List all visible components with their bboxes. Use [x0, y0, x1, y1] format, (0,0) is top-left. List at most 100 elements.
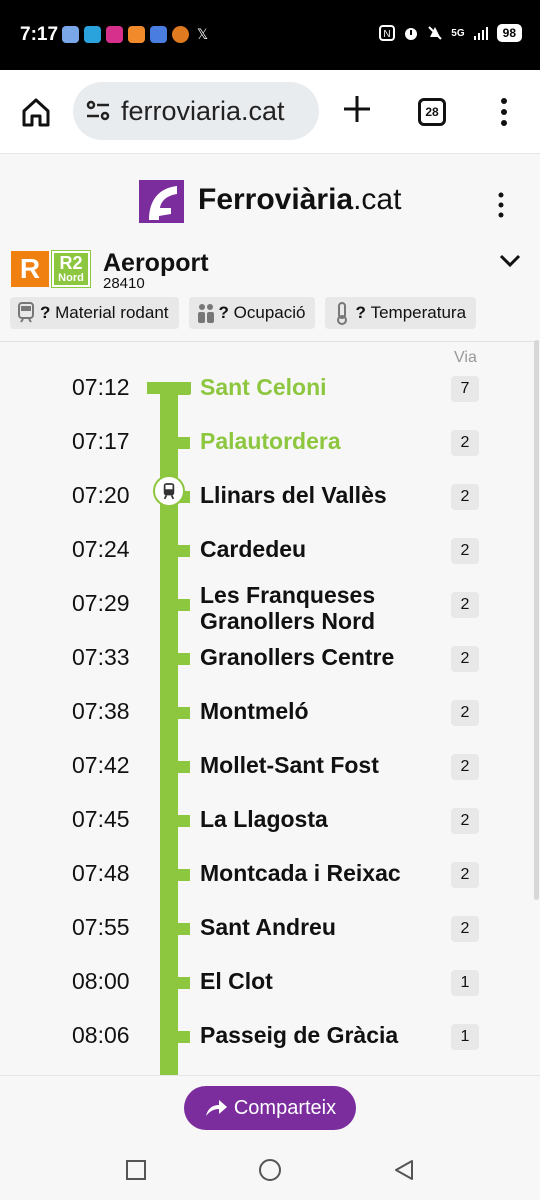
system-nav-bar — [0, 1140, 540, 1200]
stop-row[interactable]: 07:29 Les Franqueses Granollers Nord 2 — [0, 582, 540, 642]
stop-time: 07:45 — [72, 806, 130, 832]
stop-tick — [176, 437, 190, 449]
stop-tick — [176, 599, 190, 611]
stop-name: Sant Andreu — [200, 914, 336, 940]
stop-row[interactable]: 07:24 Cardedeu 2 — [0, 534, 540, 588]
site-settings-icon[interactable] — [85, 99, 111, 123]
site-logo-text[interactable]: Ferroviària.cat — [198, 183, 401, 217]
share-button[interactable]: Comparteix — [184, 1086, 356, 1130]
share-label: Comparteix — [233, 1096, 337, 1119]
ferroviaria-logo-icon[interactable] — [139, 180, 184, 223]
chevron-down-icon[interactable] — [497, 250, 523, 270]
stop-tick — [176, 815, 190, 827]
stop-time: 07:42 — [72, 752, 130, 778]
stop-time: 07:48 — [72, 860, 130, 886]
via-column-header: Via — [454, 349, 477, 366]
rodalies-badge: R — [11, 251, 49, 287]
stop-time: 07:38 — [72, 698, 130, 724]
browser-toolbar: ferroviaria.cat 28 — [0, 70, 540, 154]
stop-platform: 2 — [451, 808, 479, 834]
stop-platform: 2 — [451, 916, 479, 942]
status-bar: 7:17 𝕏 N 5G 98 — [0, 0, 540, 70]
stop-row[interactable]: 07:38 Montmeló 2 — [0, 696, 540, 750]
stop-row[interactable]: 07:42 Mollet-Sant Fost 2 — [0, 750, 540, 804]
stop-platform: 1 — [451, 970, 479, 996]
status-time: 7:17 — [20, 24, 59, 45]
app-badge-icon — [172, 26, 189, 43]
stop-time: 07:24 — [72, 536, 130, 562]
stop-name: Sant Celoni — [200, 374, 327, 400]
stop-tick — [176, 545, 190, 557]
stop-name: Mollet-Sant Fost — [200, 752, 379, 778]
x-icon: 𝕏 — [196, 26, 209, 42]
stop-name: Palautordera — [200, 428, 341, 454]
stop-row[interactable]: 07:12 Sant Celoni 7 — [0, 372, 540, 426]
stop-tick — [176, 653, 190, 665]
stop-time: 08:00 — [72, 968, 130, 994]
site-header: Ferroviària.cat — [0, 155, 540, 245]
address-bar[interactable]: ferroviaria.cat — [73, 82, 319, 140]
alarm-icon — [405, 28, 418, 40]
share-arrow-icon — [205, 1100, 227, 1116]
stop-row[interactable]: 07:55 Sant Andreu 2 — [0, 912, 540, 966]
chip-temperatura[interactable]: ? Temperatura — [325, 297, 477, 329]
stop-time: 07:12 — [72, 374, 130, 400]
signal-icon — [473, 27, 488, 40]
route-info: R R2 Nord Aeroport 28410 — [0, 249, 540, 297]
stop-tick — [176, 383, 190, 395]
back-icon[interactable] — [392, 1158, 416, 1182]
stop-platform: 2 — [451, 430, 479, 456]
stop-time: 07:55 — [72, 914, 130, 940]
stop-platform: 2 — [451, 700, 479, 726]
messages-icon — [62, 26, 79, 43]
stop-platform: 2 — [451, 646, 479, 672]
stop-tick — [176, 977, 190, 989]
tab-switcher-button[interactable]: 28 — [418, 98, 446, 126]
recents-icon[interactable] — [124, 1158, 148, 1182]
stop-time: 07:17 — [72, 428, 130, 454]
stop-row[interactable]: 07:45 La Llagosta 2 — [0, 804, 540, 858]
stop-row[interactable]: 07:33 Granollers Centre 2 — [0, 642, 540, 696]
nfc-icon: N — [379, 25, 396, 41]
stop-platform: 2 — [451, 754, 479, 780]
chip-ocupacio[interactable]: ? Ocupació — [188, 297, 316, 329]
stop-time: 07:33 — [72, 644, 130, 670]
stop-time: 08:06 — [72, 1022, 130, 1048]
stop-name: La Llagosta — [200, 806, 328, 832]
chip-material-rodant[interactable]: ? Material rodant — [10, 297, 179, 329]
mute-icon — [428, 26, 443, 40]
network-label: 5G — [451, 27, 465, 39]
home-nav-icon[interactable] — [258, 1158, 282, 1182]
train-icon — [18, 302, 34, 323]
stop-platform: 2 — [451, 538, 479, 564]
train-destination: Aeroport — [103, 249, 209, 277]
stop-tick — [176, 869, 190, 881]
train-position-icon — [153, 475, 185, 507]
stop-tick — [176, 923, 190, 935]
stop-tick — [176, 1031, 190, 1043]
stop-row[interactable]: 08:06 Passeig de Gràcia 1 — [0, 1020, 540, 1074]
new-tab-icon[interactable] — [340, 92, 374, 126]
site-menu-icon[interactable] — [495, 191, 507, 219]
stop-row[interactable]: 07:48 Montcada i Reixac 2 — [0, 858, 540, 912]
app-icon — [128, 26, 145, 43]
stop-row[interactable]: 07:17 Palautordera 2 — [0, 426, 540, 480]
stop-time: 07:20 — [72, 482, 130, 508]
home-icon[interactable] — [18, 94, 54, 130]
stop-platform: 2 — [451, 484, 479, 510]
battery-icon: 98 — [496, 24, 522, 42]
stop-row[interactable]: 08:00 El Clot 1 — [0, 966, 540, 1020]
line-badge: R2 Nord — [51, 250, 91, 288]
stop-platform: 2 — [451, 592, 479, 618]
telegram-icon — [84, 26, 101, 43]
thermometer-icon — [337, 302, 348, 325]
stop-name: Llinars del Vallès — [200, 482, 387, 508]
stop-platform: 7 — [451, 376, 479, 402]
stop-platform: 2 — [451, 862, 479, 888]
instagram-icon — [106, 26, 123, 43]
train-number: 28410 — [103, 275, 145, 292]
train-info-chips: ? Material rodant ? Ocupació ? Temperatu… — [10, 297, 477, 329]
system-icons: N 5G 98 — [379, 24, 522, 42]
browser-menu-icon[interactable] — [496, 96, 512, 128]
stop-row[interactable]: 07:20 Llinars del Vallès 2 — [0, 480, 540, 534]
